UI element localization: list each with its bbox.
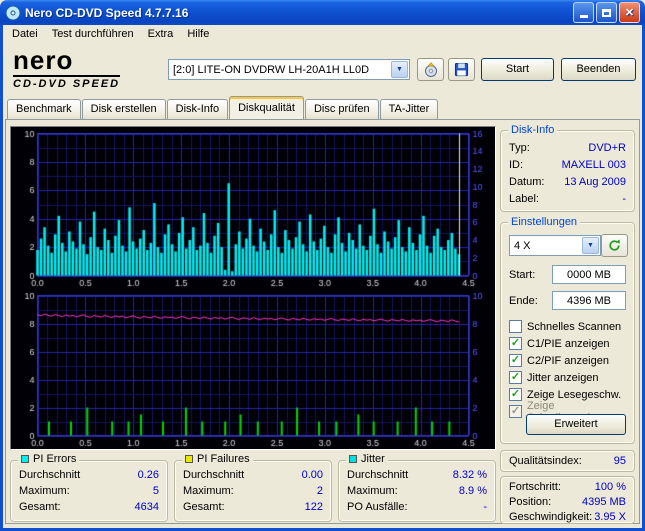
disk-info-row-typ: Typ: DVD+R [509,141,626,154]
settings-title: Einstellungen [508,216,581,228]
jitter-group: Jitter Durchschnitt 8.32 % Maximum: 8.9 % … [338,453,496,522]
jitter-pif-chart-canvas [11,289,495,449]
window-frame: Datei Test durchführen Extra Hilfe nero … [0,25,645,531]
scan-speed-value: 4 X [514,239,531,252]
chevron-down-icon: ▼ [582,237,599,254]
tab-disk-info[interactable]: Disk-Info [166,99,229,119]
disk-info-row-id: ID: MAXELL 003 [509,158,626,171]
app-window: Nero CD-DVD Speed 4.7.7.16 ✕ Datei Test … [0,0,645,531]
menu-item-extra[interactable]: Extra [141,27,181,41]
floppy-save-icon [454,62,469,77]
pi-errors-group: PI Errors Durchschnitt 0.26 Maximum: 5 Ges… [10,453,168,522]
header: nero CD-DVD SPEED [2:0] LITE-ON DVDRW LH… [3,43,642,96]
cdspeed-logo-text: CD-DVD SPEED [13,75,121,90]
checkbox-label: Schnelles Scannen [527,320,622,333]
start-position-input[interactable] [552,265,626,284]
pi-failures-swatch [185,455,193,463]
stat-row: Maximum: 5 [19,485,159,497]
save-button[interactable] [448,58,475,81]
close-button[interactable]: ✕ [619,2,640,23]
pi-errors-caption: PI Errors [18,453,80,465]
quality-index-row: Qualitätsindex: 95 [501,451,634,471]
disk-info-group: Disk-Info Typ: DVD+R ID: MAXELL 003 Datum:… [500,124,635,212]
progress-panel: Fortschritt: 100 % Position: 4395 MB Gesch… [500,476,635,524]
tab-diskqualitaet[interactable]: Diskqualität [229,96,304,119]
checkbox-label: C2/PIF anzeigen [527,354,609,367]
checkbox-icon[interactable]: ✓ [509,354,522,367]
quality-index-value: 95 [613,455,626,467]
advanced-button[interactable]: Erweitert [526,414,626,435]
stat-row: PO Ausfälle: - [347,501,487,513]
pi-failures-group: PI Failures Durchschnitt 0.00 Maximum: 2 G… [174,453,332,522]
nero-logo: nero CD-DVD SPEED [13,45,121,90]
checkbox-label: Jitter anzeigen [527,371,599,384]
pie-errors-chart-canvas [11,127,495,289]
menubar: Datei Test durchführen Extra Hilfe [3,25,642,43]
tabstrip: Benchmark Disk erstellen Disk-Info Diskqual… [3,96,642,119]
checkbox-c2-pif[interactable]: ✓ C2/PIF anzeigen [509,353,609,368]
settings-group: Einstellungen 4 X ▼ Start: Ende: [500,216,635,444]
disk-info-row-label: Label: - [509,192,626,205]
scan-speed-select[interactable]: 4 X ▼ [509,235,601,256]
stat-row: Durchschnitt 0.00 [183,469,323,481]
pi-errors-swatch [21,455,29,463]
menu-item-test-durchfuehren[interactable]: Test durchführen [45,27,141,41]
end-position-label: Ende: [509,294,538,307]
disk-info-title: Disk-Info [508,124,558,136]
start-position-label: Start: [509,268,536,281]
tab-ta-jitter[interactable]: TA-Jitter [379,99,439,119]
tab-benchmark[interactable]: Benchmark [7,99,81,119]
checkbox-icon[interactable]: ✓ [509,371,522,384]
jitter-swatch [349,455,357,463]
end-position-row: Ende: [509,291,626,310]
quality-index-label: Qualitätsindex: [509,455,582,467]
stat-row: Gesamt: 122 [183,501,323,513]
quality-index-panel: Qualitätsindex: 95 [500,450,635,472]
titlebar: Nero CD-DVD Speed 4.7.7.16 ✕ [0,0,645,25]
checkbox-c1-pie[interactable]: ✓ C1/PIE anzeigen [509,336,610,351]
start-button[interactable]: Start [481,58,554,81]
disc-eject-icon [424,61,437,77]
refresh-icon [609,239,620,251]
checkbox-schnelles-scannen[interactable]: Schnelles Scannen [509,319,621,334]
jitter-caption: Jitter [346,453,388,465]
checkbox-label: C1/PIE anzeigen [527,337,610,350]
maximize-button[interactable] [596,2,617,23]
drive-select[interactable]: [2:0] LITE-ON DVDRW LH-20A1H LL0D ▼ [168,59,410,80]
window-title: Nero CD-DVD Speed 4.7.7.16 [25,5,189,20]
drive-select-value: [2:0] LITE-ON DVDRW LH-20A1H LL0D [173,63,370,76]
eject-button[interactable] [417,58,444,81]
checkbox-icon[interactable] [509,320,522,333]
speed-row: Geschwindigkeit: 3.95 X [509,510,626,523]
tabpage-diskqualitaet: Disk-Info Typ: DVD+R ID: MAXELL 003 Datum:… [5,119,640,524]
maximize-icon [602,8,611,17]
tab-disc-pruefen[interactable]: Disc prüfen [304,99,379,119]
disk-info-row-datum: Datum: 13 Aug 2009 [509,175,626,188]
progress-row: Fortschritt: 100 % [509,480,626,493]
end-position-input[interactable] [552,291,626,310]
start-position-row: Start: [509,265,626,284]
quit-button[interactable]: Beenden [561,58,636,81]
pi-failures-caption: PI Failures [182,453,253,465]
menu-item-hilfe[interactable]: Hilfe [180,27,216,41]
quality-chart-panel [10,126,496,450]
minimize-button[interactable] [573,2,594,23]
nero-logo-text: nero [13,45,74,75]
refresh-button[interactable] [601,234,628,257]
chevron-down-icon: ▼ [391,61,408,78]
tab-disk-erstellen[interactable]: Disk erstellen [81,99,166,119]
stat-row: Durchschnitt 0.26 [19,469,159,481]
app-icon [5,5,21,21]
stat-row: Maximum: 2 [183,485,323,497]
minimize-icon [579,15,588,18]
checkbox-icon: ✓ [509,405,522,418]
stat-row: Gesamt: 4634 [19,501,159,513]
checkbox-icon[interactable]: ✓ [509,388,522,401]
position-row: Position: 4395 MB [509,495,626,508]
checkbox-icon[interactable]: ✓ [509,337,522,350]
checkbox-jitter[interactable]: ✓ Jitter anzeigen [509,370,599,385]
stat-row: Durchschnitt 8.32 % [347,469,487,481]
stat-row: Maximum: 8.9 % [347,485,487,497]
menu-item-datei[interactable]: Datei [5,27,45,41]
